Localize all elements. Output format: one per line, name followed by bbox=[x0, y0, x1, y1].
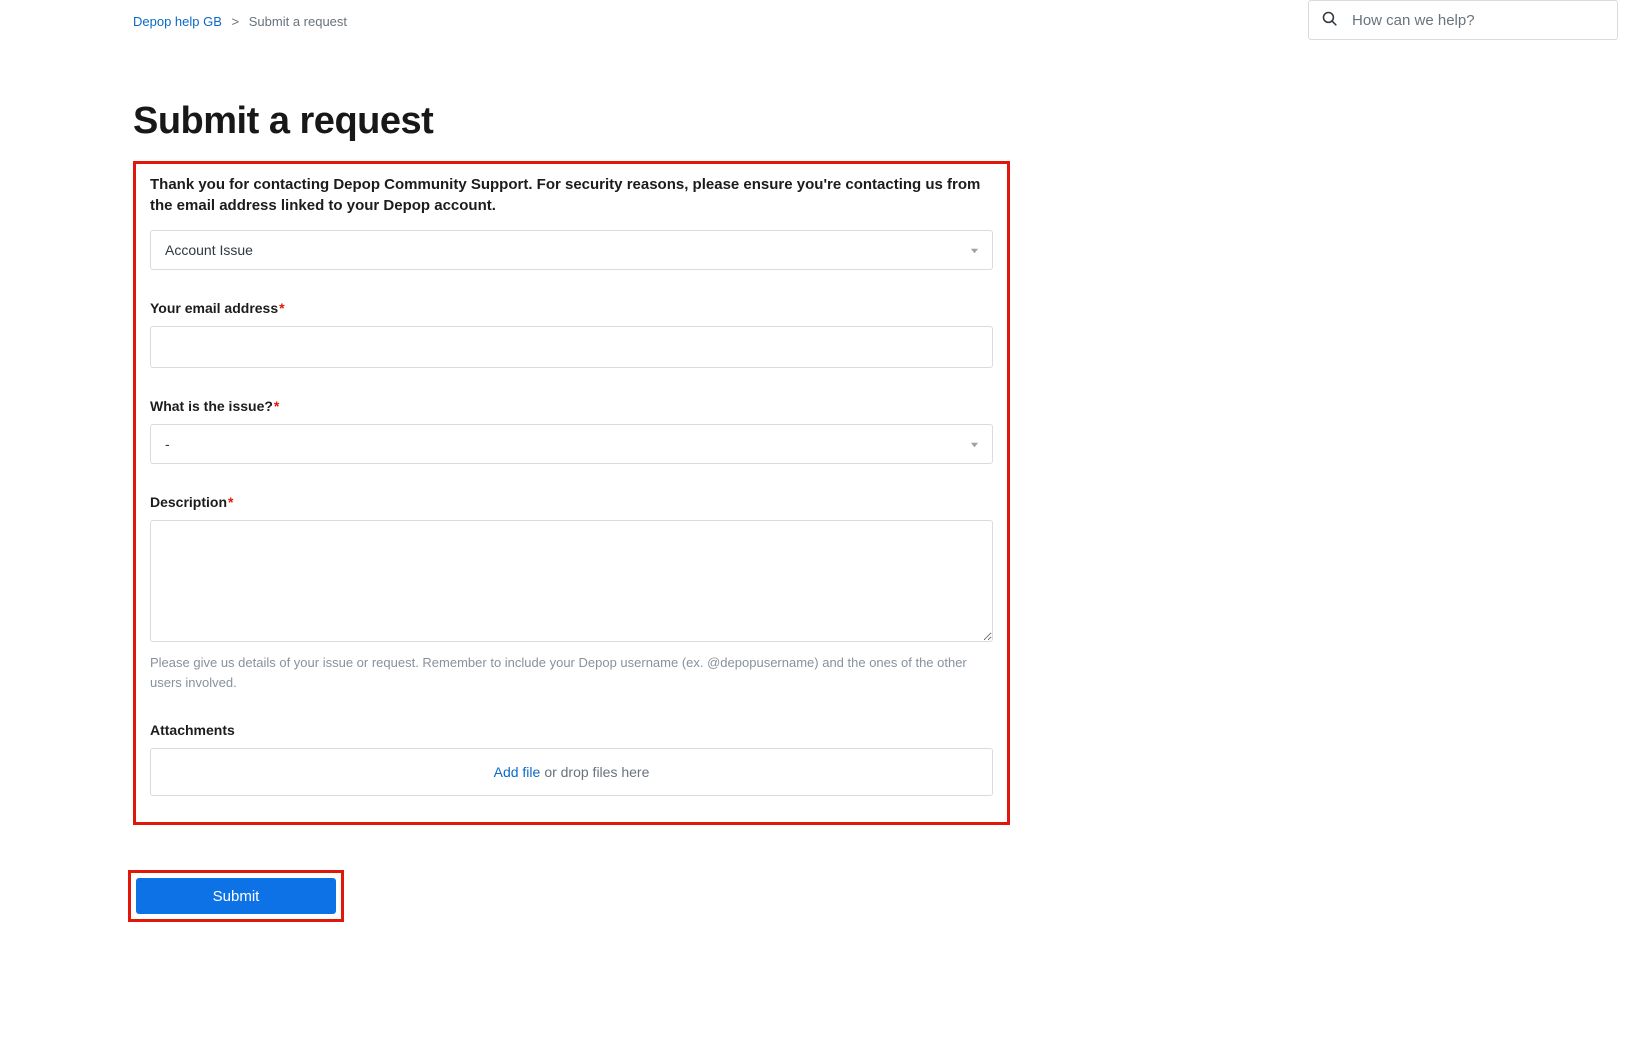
attachments-dropzone[interactable]: Add file or drop files here bbox=[150, 748, 993, 796]
breadcrumb-current: Submit a request bbox=[249, 14, 347, 29]
page-title: Submit a request bbox=[133, 100, 1010, 143]
email-label: Your email address* bbox=[150, 300, 993, 316]
description-textarea[interactable] bbox=[150, 520, 993, 642]
topic-select[interactable]: Account Issue bbox=[150, 230, 993, 270]
submit-button[interactable]: Submit bbox=[136, 878, 336, 914]
required-star-icon: * bbox=[274, 398, 279, 414]
attachments-label: Attachments bbox=[150, 722, 993, 738]
description-hint: Please give us details of your issue or … bbox=[150, 653, 993, 692]
breadcrumb-root-link[interactable]: Depop help GB bbox=[133, 14, 222, 29]
search-input[interactable] bbox=[1352, 12, 1605, 29]
request-form: Thank you for contacting Depop Community… bbox=[133, 161, 1010, 825]
add-file-link[interactable]: Add file bbox=[494, 764, 541, 780]
form-intro: Thank you for contacting Depop Community… bbox=[150, 174, 993, 216]
issue-select[interactable]: - bbox=[150, 424, 993, 464]
topic-select-value: Account Issue bbox=[165, 242, 253, 258]
breadcrumb: Depop help GB > Submit a request bbox=[20, 14, 347, 29]
email-field[interactable] bbox=[150, 326, 993, 368]
required-star-icon: * bbox=[279, 300, 284, 316]
required-star-icon: * bbox=[228, 494, 233, 510]
issue-select-value: - bbox=[165, 436, 170, 452]
issue-label: What is the issue?* bbox=[150, 398, 993, 414]
description-label: Description* bbox=[150, 494, 993, 510]
submit-highlight: Submit bbox=[128, 870, 344, 922]
search-box[interactable] bbox=[1308, 0, 1618, 40]
search-icon bbox=[1321, 10, 1352, 30]
breadcrumb-separator: > bbox=[232, 14, 240, 29]
drop-hint: or drop files here bbox=[544, 764, 649, 780]
